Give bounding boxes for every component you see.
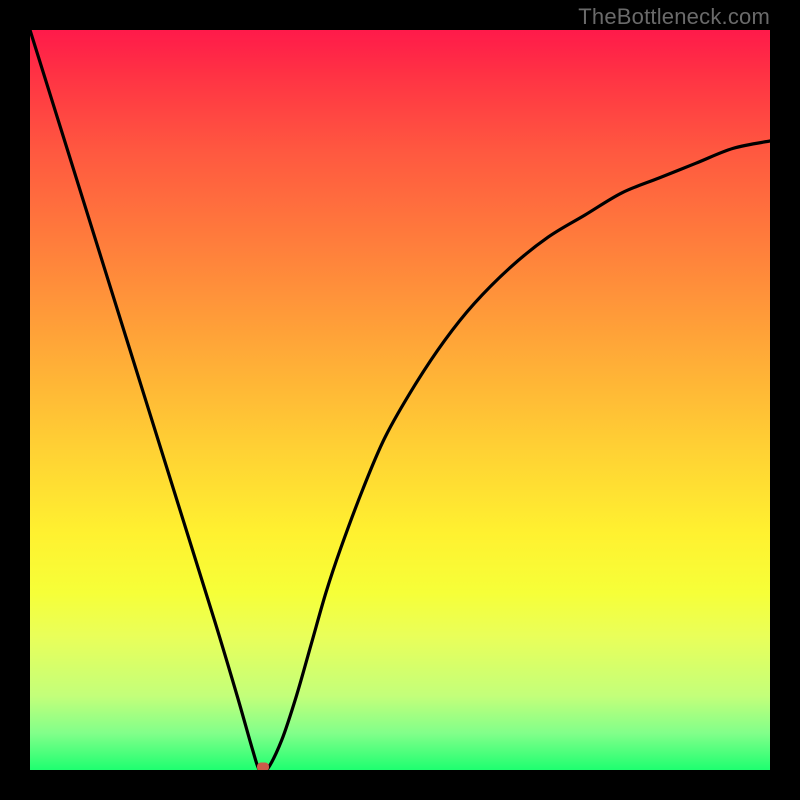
plot-area: [30, 30, 770, 770]
watermark-text: TheBottleneck.com: [578, 4, 770, 30]
minimum-marker-icon: [257, 763, 269, 771]
bottleneck-curve: [30, 30, 770, 770]
chart-frame: TheBottleneck.com: [0, 0, 800, 800]
